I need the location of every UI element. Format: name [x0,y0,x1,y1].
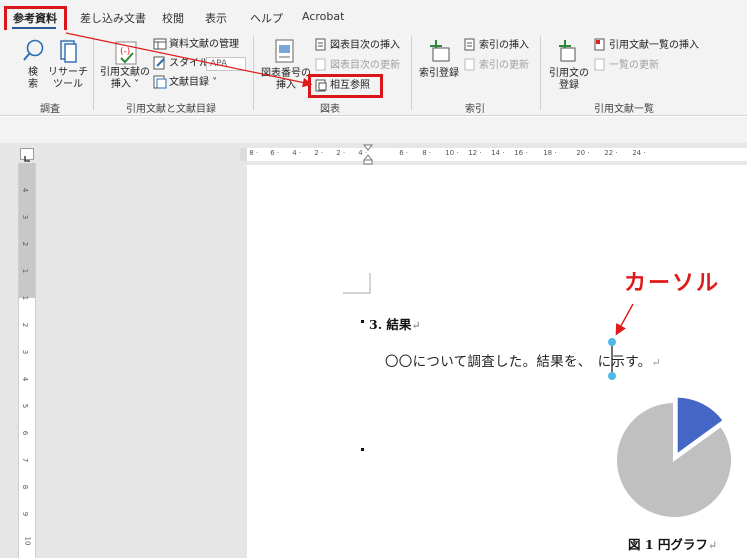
highlight-box-cross-reference [308,74,383,98]
group-separator [411,36,412,110]
ribbon-bottom-band [0,117,747,143]
paragraph-mark: ↵ [651,356,661,369]
empty-paragraph-bullet [361,448,364,451]
vruler-tick-label: 8 [21,484,30,490]
group-separator [540,36,541,110]
group-label-authorities: 引用文献一覧 [594,104,654,115]
hruler-tick-label: 8 · [247,149,259,157]
insert-citation-icon: (-) [115,41,137,65]
style-select[interactable]: APA [206,57,246,71]
hruler-tick-label: 4 · [290,149,302,157]
update-authorities-icon [594,58,605,71]
update-table-of-figures-button: 図表目次の更新 [330,60,400,71]
insert-citation-button[interactable]: 引用文献の 挿入 ˅ [97,67,153,91]
style-icon [153,56,165,70]
hruler-tick-label: 14 · [489,149,505,157]
tab-review[interactable]: 校閲 [162,10,184,26]
tab-acrobat[interactable]: Acrobat [302,10,344,23]
body-text-after-cursor: に示す。 [597,354,652,370]
hruler-tick-label: 6 · [397,149,409,157]
search-button[interactable]: 検 索 [26,67,40,91]
indent-marker-icon[interactable] [363,144,373,166]
hruler-tick-label: 20 · [574,149,590,157]
group-separator [93,36,94,110]
vruler-tick-label: 6 [21,430,30,436]
vruler-tick-label: 2 [21,322,30,328]
figure-caption[interactable]: 図 1 円グラフ↵ [628,534,717,553]
vertical-ruler-margin [19,163,35,298]
hruler-tick-label: 22 · [602,149,618,157]
manage-sources-icon [153,38,167,50]
hruler-tick-label: 24 · [630,149,646,157]
group-label-index: 索引 [465,104,485,115]
vruler-tick-label: 3 [21,214,30,220]
update-index-button: 索引の更新 [479,60,529,71]
vruler-tick-label: 4 [21,187,30,193]
hruler-tick-label: 8 · [420,149,432,157]
group-separator [253,36,254,110]
hruler-tick-label: 2 · [312,149,324,157]
vruler-tick-label: 7 [21,457,30,463]
insert-caption-button[interactable]: 図表番号の 挿入 [258,68,314,92]
mark-citation-button[interactable]: 引用文の 登録 [547,68,591,92]
vruler-tick-label: 2 [21,241,30,247]
bibliography-button[interactable]: 文献目録 ˅ [169,77,217,89]
insert-index-icon [464,38,475,51]
vruler-tick-label: 4 [21,376,30,382]
hruler-tick-label: 16 · [512,149,528,157]
bibliography-icon [153,75,167,89]
tab-mailings[interactable]: 差し込み文書 [80,10,146,26]
update-index-icon [464,58,475,71]
vruler-tick-label: 9 [21,511,30,517]
insert-table-of-authorities-icon [594,38,605,51]
hruler-tick-label: 6 · [268,149,280,157]
tab-view[interactable]: 表示 [205,10,227,26]
hruler-tick-label: 2 · [334,149,346,157]
insert-table-of-authorities-button[interactable]: 引用文献一覧の挿入 [609,40,699,52]
manage-sources-button[interactable]: 資料文献の管理 [169,39,239,51]
tab-help[interactable]: ヘルプ [250,10,283,26]
mark-entry-icon [430,40,450,62]
section-heading[interactable]: 3. 結果↵ [369,314,421,333]
researcher-button[interactable]: リサーチ ツール [48,67,88,91]
search-icon [23,39,44,61]
svg-text:(-): (-) [120,47,130,57]
insert-table-of-figures-button[interactable]: 図表目次の挿入 [330,40,400,52]
group-label-research: 調査 [40,104,60,115]
heading-bullet [361,320,364,323]
group-label-citations: 引用文献と文献目録 [126,104,216,115]
vruler-tick-label: 1 [21,268,30,274]
hruler-tick-label: 18 · [541,149,557,157]
highlight-box-references-tab [4,6,67,33]
vertical-ruler[interactable] [18,163,36,558]
vruler-tick-label: 1 [21,295,30,301]
vruler-tick-label: 5 [21,403,30,409]
mark-citation-icon [559,40,576,62]
tab-selector[interactable] [20,148,34,162]
mark-entry-button[interactable]: 索引登録 [419,68,459,80]
insert-caption-icon [275,39,294,63]
cursor-annotation-label: カーソル [624,271,721,296]
table-of-figures-icon [315,38,326,51]
update-table-icon [315,58,326,71]
hruler-tick-label: 12 · [466,149,482,157]
group-label-captions: 図表 [320,104,340,115]
vruler-tick-label: 3 [21,349,30,355]
paragraph-mark: ↵ [411,319,421,332]
paragraph-mark: ↵ [707,539,718,552]
insert-index-button[interactable]: 索引の挿入 [479,40,529,52]
body-paragraph[interactable]: 〇〇について調査した。結果を、 に示す。↵ [385,350,661,370]
vruler-tick-label: 10 [23,536,32,546]
hruler-tick-label: 10 · [443,149,459,157]
body-text-before-cursor: 〇〇について調査した。結果を、 [385,354,592,370]
researcher-icon [60,40,77,63]
update-table-of-authorities-button: 一覧の更新 [609,60,659,71]
